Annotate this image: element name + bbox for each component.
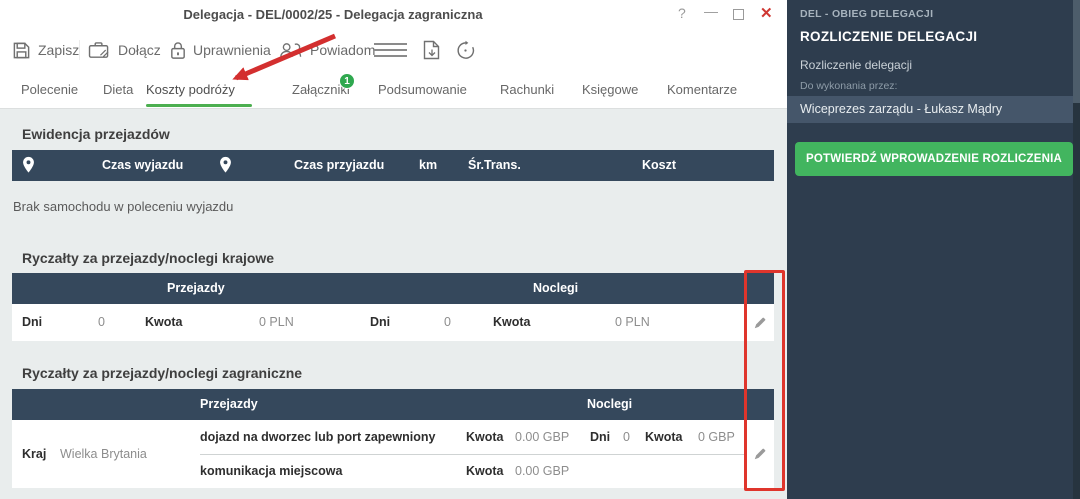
pencil-icon [753, 316, 767, 330]
assignee-label: Do wykonania przez: [800, 80, 897, 92]
ewidencja-col-czas-wyjazdu: Czas wyjazdu [102, 150, 183, 181]
notify-button[interactable]: Powiadom [278, 28, 375, 72]
tab-podsumowanie[interactable]: Podsumowanie [378, 72, 467, 108]
krajowe-przejazdy-dni-value: 0 [98, 304, 105, 341]
tab-koszty-podrozy[interactable]: Koszty podróży [146, 72, 235, 108]
ewidencja-col-koszt: Koszt [642, 150, 676, 181]
menu-button[interactable] [374, 28, 407, 72]
attach-button[interactable]: Dołącz [88, 28, 161, 72]
krajowe-przejazdy-dni-label: Dni [22, 304, 42, 341]
zagraniczne-sub2-kwota-label: Kwota [466, 464, 504, 478]
main-panel: Delegacja - DEL/0002/25 - Delegacja zagr… [0, 0, 787, 499]
tab-content-koszty-podrozy: Ewidencja przejazdów Czas wyjazdu Czas p… [0, 108, 787, 499]
krajowe-noclegi-kwota-value: 0 PLN [615, 304, 650, 341]
zagraniczne-kraj-label: Kraj [22, 447, 46, 461]
close-icon[interactable]: ✕ [760, 4, 773, 22]
titlebar: Delegacja - DEL/0002/25 - Delegacja zagr… [0, 0, 787, 28]
ewidencja-col-km: km [419, 150, 437, 181]
people-icon [278, 41, 303, 59]
minimize-icon[interactable]: — [704, 3, 718, 19]
zagraniczne-sub2-name: komunikacja miejscowa [200, 464, 342, 478]
delegation-window: Delegacja - DEL/0002/25 - Delegacja zagr… [0, 0, 1080, 499]
workflow-stage-title: ROZLICZENIE DELEGACJI [800, 29, 977, 44]
krajowe-row: Dni 0 Kwota 0 PLN Dni 0 Kwota 0 PLN [12, 304, 774, 341]
zagraniczne-sub2-kwota-value: 0.00 GBP [515, 464, 569, 478]
section-title-ewidencja: Ewidencja przejazdów [22, 126, 170, 142]
krajowe-noclegi-dni-value: 0 [444, 304, 451, 341]
pdf-export-button[interactable] [423, 28, 440, 72]
krajowe-group-przejazdy: Przejazdy [167, 273, 225, 304]
save-button[interactable]: Zapisz [12, 28, 79, 72]
workflow-task-name: Rozliczenie delegacji [800, 58, 912, 72]
tab-ksiegowe[interactable]: Księgowe [582, 72, 638, 108]
zagraniczne-kraj-value: Wielka Brytania [60, 447, 147, 461]
attachments-count-badge: 1 [339, 73, 355, 89]
pin-icon [22, 156, 35, 177]
subrow-divider [200, 454, 745, 455]
sidebar-scrollbar[interactable] [1073, 0, 1080, 499]
workflow-app-label: DEL - OBIEG DELEGACJI [800, 8, 933, 20]
tab-komentarze[interactable]: Komentarze [667, 72, 737, 108]
attach-label: Dołącz [118, 42, 161, 58]
permissions-label: Uprawnienia [193, 42, 271, 58]
krajowe-group-noclegi: Noclegi [533, 273, 578, 304]
tab-rachunki[interactable]: Rachunki [500, 72, 554, 108]
tab-polecenie[interactable]: Polecenie [21, 72, 78, 108]
zagraniczne-sub1-kwota2-value: 0 GBP [698, 430, 735, 444]
tab-bar: Polecenie Dieta Koszty podróży Załącznik… [0, 72, 787, 108]
zagraniczne-sub1-dni-value: 0 [623, 430, 630, 444]
toolbar-divider [79, 40, 80, 60]
zagraniczne-sub1-dni-label: Dni [590, 430, 610, 444]
krajowe-przejazdy-kwota-label: Kwota [145, 304, 183, 341]
zagraniczne-sub1-kwota2-label: Kwota [645, 430, 683, 444]
zagraniczne-edit-button[interactable] [745, 420, 774, 488]
help-icon[interactable]: ? [678, 5, 686, 21]
save-label: Zapisz [38, 42, 79, 58]
krajowe-table-header: Przejazdy Noclegi [12, 273, 774, 304]
pin-icon [219, 156, 232, 177]
krajowe-noclegi-kwota-label: Kwota [493, 304, 531, 341]
toolbar: Zapisz Dołącz [0, 28, 787, 72]
history-button[interactable] [455, 28, 476, 72]
workflow-sidebar: DEL - OBIEG DELEGACJI ROZLICZENIE DELEGA… [787, 0, 1080, 499]
section-title-zagraniczne: Ryczałty za przejazdy/noclegi zagraniczn… [22, 365, 302, 381]
zagraniczne-group-noclegi: Noclegi [587, 389, 632, 420]
zagraniczne-table-header: Przejazdy Noclegi [12, 389, 774, 420]
ewidencja-table-header: Czas wyjazdu Czas przyjazdu km Śr.Trans.… [12, 150, 774, 181]
zagraniczne-sub1-kwota-value: 0.00 GBP [515, 430, 569, 444]
zagraniczne-sub1-kwota-label: Kwota [466, 430, 504, 444]
attach-icon [88, 41, 111, 60]
zagraniczne-sub1-name: dojazd na dworzec lub port zapewniony [200, 430, 435, 444]
window-title: Delegacja - DEL/0002/25 - Delegacja zagr… [0, 7, 666, 22]
notify-label: Powiadom [310, 42, 375, 58]
tab-dieta[interactable]: Dieta [103, 72, 133, 108]
pencil-icon [753, 447, 767, 461]
krajowe-przejazdy-kwota-value: 0 PLN [259, 304, 294, 341]
ewidencja-col-czas-przyjazdu: Czas przyjazdu [294, 150, 384, 181]
sidebar-scrollbar-thumb[interactable] [1073, 0, 1080, 103]
pdf-icon [423, 40, 440, 60]
lock-icon [170, 41, 186, 60]
hamburger-icon [374, 42, 407, 58]
assignee-value: Wiceprezes zarządu - Łukasz Mądry [787, 96, 1073, 123]
active-tab-underline [146, 104, 252, 107]
save-icon [12, 41, 31, 60]
history-icon [455, 40, 476, 61]
krajowe-noclegi-dni-label: Dni [370, 304, 390, 341]
confirm-settlement-button[interactable]: POTWIERDŹ WPROWADZENIE ROZLICZENIA [795, 142, 1073, 176]
krajowe-edit-button[interactable] [745, 304, 774, 341]
ewidencja-col-sr-trans: Śr.Trans. [468, 150, 521, 181]
ewidencja-empty-message: Brak samochodu w poleceniu wyjazdu [13, 199, 233, 214]
zagraniczne-group-przejazdy: Przejazdy [200, 389, 258, 420]
section-title-krajowe: Ryczałty za przejazdy/noclegi krajowe [22, 250, 274, 266]
maximize-icon[interactable] [733, 9, 744, 20]
permissions-button[interactable]: Uprawnienia [170, 28, 271, 72]
zagraniczne-row: Kraj Wielka Brytania dojazd na dworzec l… [12, 420, 774, 488]
